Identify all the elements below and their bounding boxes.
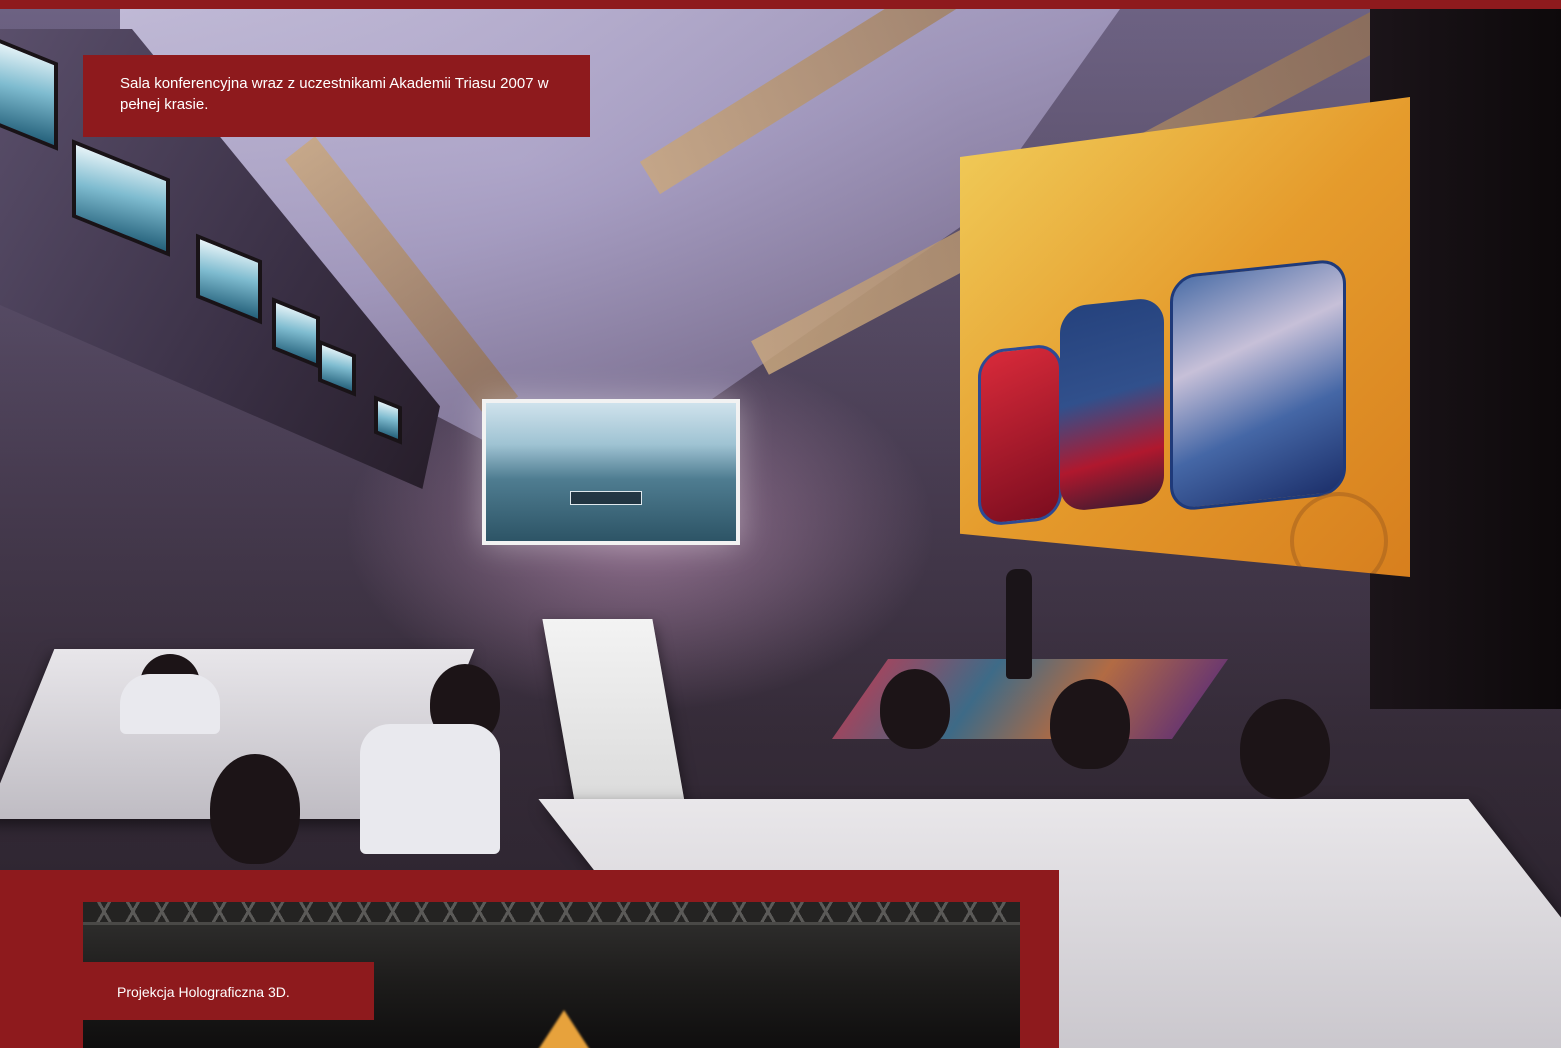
attendee-shirt — [120, 674, 220, 734]
main-projection-screen — [960, 97, 1410, 577]
attendee — [1050, 679, 1130, 769]
attendee — [210, 754, 300, 864]
main-photo-caption: Sala konferencyjna wraz z uczestnikami A… — [83, 55, 590, 137]
side-projection-screen — [482, 399, 740, 545]
screen-image-panel — [978, 342, 1062, 528]
screen-image-panel — [1170, 257, 1346, 513]
hologram-glow — [538, 1010, 590, 1048]
attendee — [1240, 699, 1330, 799]
attendee-shirt — [360, 724, 500, 854]
inset-photo-caption: Projekcja Holograficzna 3D. — [83, 962, 374, 1020]
presenter — [1006, 569, 1032, 679]
attendee — [880, 669, 950, 749]
screen-image-panel — [1060, 296, 1164, 513]
screen-control-bar — [570, 491, 642, 505]
conference-table — [542, 619, 688, 819]
top-accent-bar — [0, 0, 1561, 9]
stage-truss — [83, 902, 1020, 925]
